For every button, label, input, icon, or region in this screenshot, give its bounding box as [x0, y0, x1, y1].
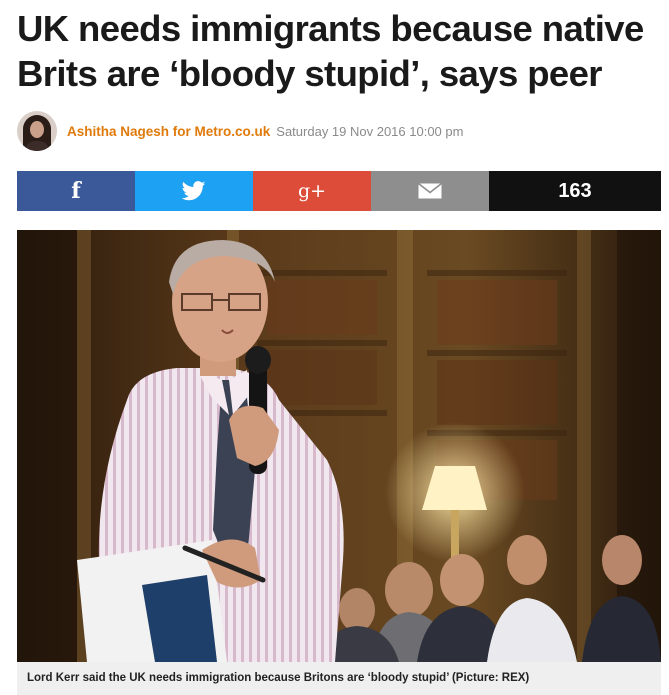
comment-count-button[interactable]: 163: [489, 171, 661, 211]
comment-count: 163: [558, 179, 592, 202]
facebook-share-button[interactable]: f: [17, 171, 135, 211]
author-link[interactable]: Ashitha Nagesh for Metro.co.uk: [67, 124, 270, 139]
article-headline: UK needs immigrants because native Brits…: [17, 8, 644, 94]
article-photo: [17, 230, 661, 662]
lord-kerr-photo: [17, 230, 661, 662]
twitter-icon: [182, 181, 206, 201]
photo-caption: Lord Kerr said the UK needs immigration …: [17, 662, 661, 695]
twitter-share-button[interactable]: [135, 171, 253, 211]
author-avatar[interactable]: [17, 111, 57, 151]
share-bar: f g+ 163: [17, 171, 661, 211]
publish-date: Saturday 19 Nov 2016 10:00 pm: [276, 123, 464, 139]
google-plus-share-button[interactable]: g+: [253, 171, 371, 211]
email-share-button[interactable]: [371, 171, 489, 211]
envelope-icon: [418, 183, 442, 199]
byline: Ashitha Nagesh for Metro.co.uk Saturday …: [17, 111, 463, 151]
google-plus-icon: g+: [297, 179, 327, 202]
facebook-icon: f: [71, 178, 81, 204]
